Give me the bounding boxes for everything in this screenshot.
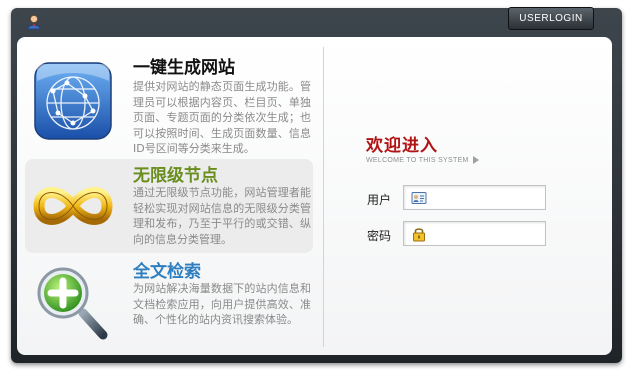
id-card-icon bbox=[411, 192, 427, 204]
feature-title: 全文检索 bbox=[133, 262, 201, 282]
password-input[interactable] bbox=[403, 221, 546, 246]
user-avatar-icon bbox=[27, 15, 41, 30]
password-label: 密码 bbox=[367, 229, 392, 243]
vertical-divider bbox=[323, 47, 324, 347]
welcome-subtitle-text: WELCOME TO THIS SYSTEM bbox=[366, 156, 469, 164]
infinity-icon bbox=[33, 187, 113, 225]
lock-icon bbox=[413, 228, 425, 242]
userlogin-button[interactable]: USERLOGIN bbox=[508, 7, 594, 30]
magnifier-plus-icon bbox=[37, 267, 108, 340]
welcome-subtitle: WELCOME TO THIS SYSTEM bbox=[366, 156, 479, 164]
username-input[interactable] bbox=[403, 185, 546, 210]
feature-title: 无限级节点 bbox=[133, 166, 218, 186]
feature-unlimited-nodes: 无限级节点 通过无限级节点功能，网站管理者能轻松实现对网站信息的无限级分类管理和… bbox=[25, 159, 313, 253]
feature-description: 提供对网站的静态页面生成功能。管理员可以根据内容页、栏目页、单独页面、专题页面的… bbox=[133, 80, 311, 155]
network-globe-icon bbox=[34, 62, 112, 140]
feature-full-text-search: 全文检索 为网站解决海量数据下的站内信息和文档检索应用，向用户提供高效、准确、个… bbox=[25, 255, 313, 351]
feature-description: 通过无限级节点功能，网站管理者能轻松实现对网站信息的无限级分类管理和发布，乃至于… bbox=[133, 186, 311, 246]
username-label: 用户 bbox=[367, 193, 392, 207]
feature-description: 为网站解决海量数据下的站内信息和文档检索应用，向用户提供高效、准确、个性化的站内… bbox=[133, 282, 311, 326]
welcome-title: 欢迎进入 bbox=[366, 136, 438, 156]
main-panel: 一键生成网站 提供对网站的静态页面生成功能。管理员可以根据内容页、栏目页、单独页… bbox=[17, 37, 612, 355]
feature-title: 一键生成网站 bbox=[133, 58, 235, 78]
feature-one-click-generate: 一键生成网站 提供对网站的静态页面生成功能。管理员可以根据内容页、栏目页、单独页… bbox=[25, 43, 313, 155]
play-arrow-icon bbox=[472, 156, 479, 164]
